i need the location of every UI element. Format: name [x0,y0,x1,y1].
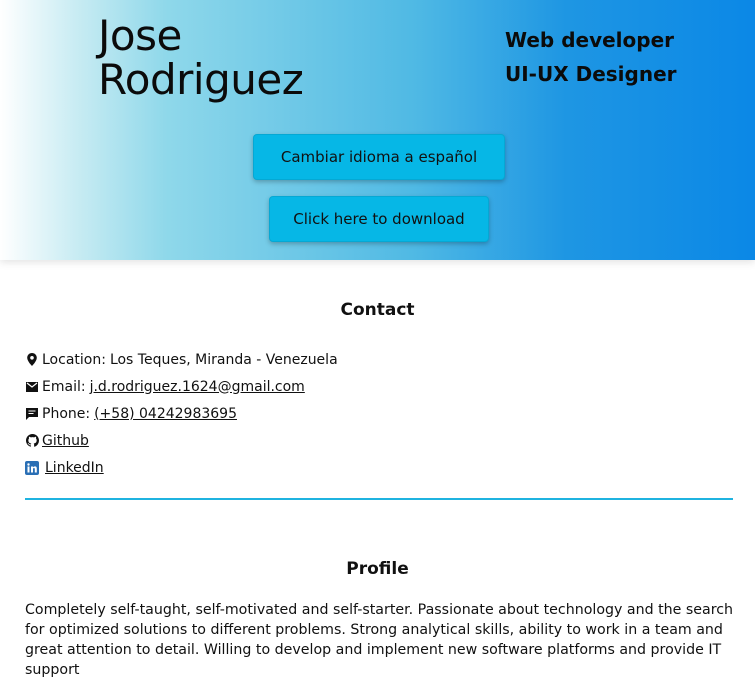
location-label: Location: [42,351,106,368]
change-language-button[interactable]: Cambiar idioma a español [253,134,505,180]
linkedin-link[interactable]: LinkedIn [45,460,104,476]
email-label: Email: [42,378,86,395]
role-web-developer: Web developer [505,28,675,52]
message-icon [25,407,39,421]
phone-link[interactable]: (+58) 04242983695 [94,406,237,422]
download-cv-button[interactable]: Click here to download [269,196,489,242]
first-name: Jose [98,11,182,60]
contact-list: Location: Los Teques, Miranda - Venezuel… [25,346,725,481]
github-icon [25,434,39,448]
role-ui-ux-designer: UI-UX Designer [505,62,677,86]
contact-github: Github [25,427,725,454]
contact-location: Location: Los Teques, Miranda - Venezuel… [25,346,725,373]
contact-title: Contact [340,300,415,320]
roles: Web developer UI-UX Designer [505,26,677,94]
profile-title: Profile [346,559,409,579]
linkedin-icon [25,460,39,475]
header-banner: Jose Rodriguez Web developer UI-UX Desig… [0,0,755,260]
contact-linkedin: LinkedIn [25,454,725,481]
contact-phone: Phone: (+58) 04242983695 [25,400,725,427]
phone-label: Phone: [42,405,91,422]
contact-email: Email: j.d.rodriguez.1624@gmail.com [25,373,725,400]
github-link[interactable]: Github [42,433,89,449]
profile-text: Completely self-taught, self-motivated a… [25,602,734,678]
section-divider [25,498,733,500]
location-value: Los Teques, Miranda - Venezuela [109,351,338,368]
email-link[interactable]: j.d.rodriguez.1624@gmail.com [90,379,305,395]
envelope-icon [25,380,39,394]
last-name: Rodriguez [98,55,304,104]
location-pin-icon [25,353,39,367]
name-heading: Jose Rodriguez [98,11,304,104]
